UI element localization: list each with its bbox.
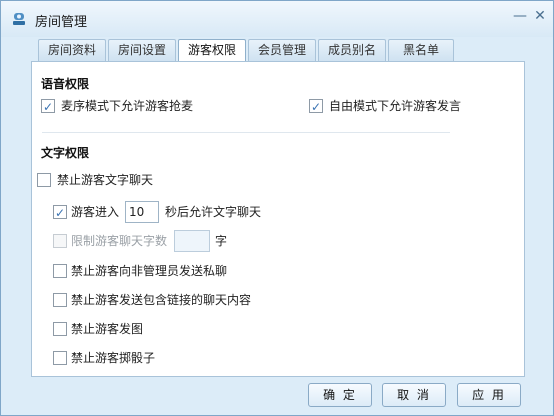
char-unit-label: 字: [215, 234, 228, 248]
option-label: 禁止游客向非管理员发送私聊: [71, 264, 228, 278]
tab-guest-permissions[interactable]: 游客权限: [178, 39, 246, 62]
option-ban-guest-text[interactable]: 禁止游客文字聊天: [37, 170, 237, 190]
checkbox[interactable]: [53, 351, 67, 365]
delay-seconds-input[interactable]: 10: [125, 201, 159, 223]
room-management-window: 房间管理 — ✕ 房间资料 房间设置 游客权限 会员管理 成员别名 黑名单 语音…: [0, 0, 554, 416]
title-bar[interactable]: 房间管理 — ✕: [1, 1, 553, 37]
checkbox[interactable]: [41, 97, 55, 117]
tab-member-alias[interactable]: 成员别名: [318, 39, 386, 61]
checkbox[interactable]: [53, 293, 67, 307]
checkbox[interactable]: [53, 203, 67, 223]
option-free-mode-speak[interactable]: 自由模式下允许游客发言: [309, 96, 509, 117]
ok-button[interactable]: 确 定: [308, 383, 372, 407]
option-label-before: 游客进入: [71, 205, 120, 219]
section-divider: [42, 132, 450, 133]
voice-section-title: 语音权限: [41, 77, 90, 91]
option-label: 禁止游客发送包含链接的聊天内容: [71, 293, 252, 307]
minimize-button[interactable]: —: [511, 7, 529, 25]
apply-button[interactable]: 应 用: [457, 383, 521, 407]
tab-room-info[interactable]: 房间资料: [38, 39, 106, 61]
checkbox[interactable]: [309, 97, 323, 117]
tab-room-settings[interactable]: 房间设置: [108, 39, 176, 61]
option-label: 禁止游客发图: [71, 322, 144, 336]
option-label: 禁止游客掷骰子: [71, 351, 156, 365]
tab-member-management[interactable]: 会员管理: [248, 39, 316, 61]
option-label: 禁止游客文字聊天: [57, 173, 154, 187]
option-delay-chat[interactable]: 游客进入 10 秒后允许文字聊天: [53, 201, 353, 223]
option-queue-mode-grab-mic[interactable]: 麦序模式下允许游客抢麦: [41, 96, 271, 117]
window-title: 房间管理: [35, 15, 88, 30]
option-ban-images[interactable]: 禁止游客发图: [53, 319, 213, 339]
option-limit-chars[interactable]: 限制游客聊天字数 字: [53, 230, 273, 252]
guest-permissions-panel: 语音权限 麦序模式下允许游客抢麦 自由模式下允许游客发言 文字权限 禁止游客文字…: [31, 61, 525, 377]
option-ban-dice[interactable]: 禁止游客掷骰子: [53, 348, 213, 368]
option-label: 限制游客聊天字数: [71, 234, 168, 248]
option-label: 麦序模式下允许游客抢麦: [61, 99, 194, 113]
close-button[interactable]: ✕: [531, 7, 549, 25]
text-section-title: 文字权限: [41, 146, 90, 160]
checkbox[interactable]: [53, 264, 67, 278]
cancel-button[interactable]: 取 消: [382, 383, 446, 407]
option-label: 自由模式下允许游客发言: [329, 99, 462, 113]
room-icon: [13, 13, 25, 25]
checkbox[interactable]: [53, 322, 67, 336]
checkbox[interactable]: [53, 234, 67, 248]
option-ban-private-msg[interactable]: 禁止游客向非管理员发送私聊: [53, 261, 293, 281]
checkbox[interactable]: [37, 173, 51, 187]
char-limit-input[interactable]: [174, 230, 210, 252]
tab-blacklist[interactable]: 黑名单: [388, 39, 454, 61]
option-label-after: 秒后允许文字聊天: [165, 205, 262, 219]
option-ban-links[interactable]: 禁止游客发送包含链接的聊天内容: [53, 290, 313, 310]
